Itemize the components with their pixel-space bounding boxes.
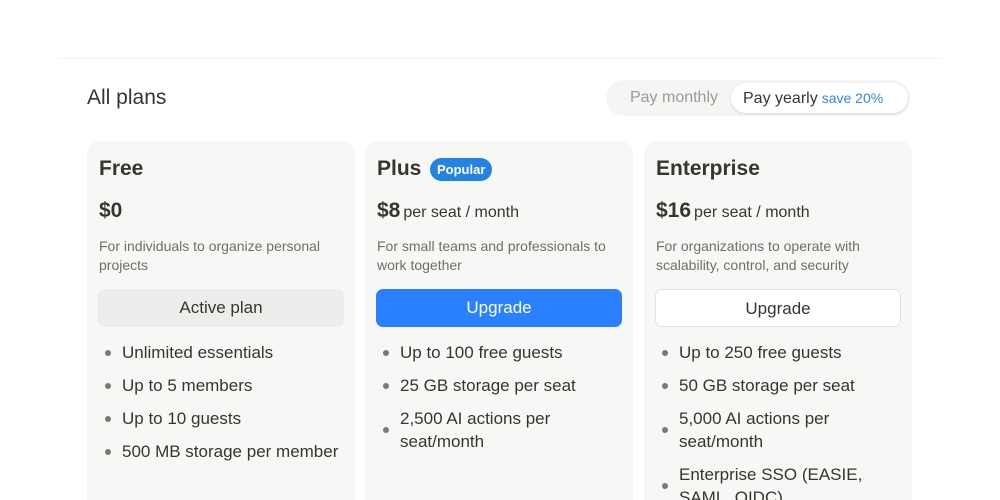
billing-toggle: Pay monthly Pay yearly save 20% xyxy=(606,80,910,116)
feature-item: Up to 5 members xyxy=(99,374,349,397)
feature-item: Enterprise SSO (EASIE, SAML, OIDC) xyxy=(656,463,906,500)
feature-item: 5,000 AI actions per seat/month xyxy=(656,407,906,453)
feature-list: Unlimited essentials Up to 5 members Up … xyxy=(99,341,349,473)
price-row: $8 per seat / month xyxy=(377,199,519,223)
feature-item: 25 GB storage per seat xyxy=(377,374,627,397)
feature-item: 2,500 AI actions per seat/month xyxy=(377,407,627,453)
plan-description: For organizations to operate with scalab… xyxy=(656,238,860,273)
feature-list: Up to 100 free guests 25 GB storage per … xyxy=(377,341,627,463)
upgrade-enterprise-button[interactable]: Upgrade xyxy=(655,289,901,327)
plan-description: For small teams and professionals to wor… xyxy=(377,238,606,273)
plan-name: Free xyxy=(99,157,144,180)
popular-badge: Popular xyxy=(430,158,493,181)
plan-price: $16 xyxy=(656,199,692,222)
feature-item: Unlimited essentials xyxy=(99,341,349,364)
pay-yearly-option[interactable]: Pay yearly save 20% xyxy=(731,83,908,113)
page-title: All plans xyxy=(87,86,167,109)
feature-list: Up to 250 free guests 50 GB storage per … xyxy=(656,341,906,500)
feature-item: 500 MB storage per member xyxy=(99,440,349,463)
price-row: $0 xyxy=(99,199,122,223)
pay-monthly-option[interactable]: Pay monthly xyxy=(614,83,734,113)
plan-name: Enterprise xyxy=(656,157,760,180)
plan-card-enterprise: Enterprise $16 per seat / month For organ… xyxy=(644,141,912,500)
price-unit: per seat / month xyxy=(403,204,519,221)
save-badge: save 20% xyxy=(821,90,884,106)
upgrade-plus-button[interactable]: Upgrade xyxy=(376,289,622,327)
plan-name: Plus xyxy=(377,157,422,180)
plan-price: $8 xyxy=(377,199,401,222)
feature-item: 50 GB storage per seat xyxy=(656,374,906,397)
price-unit: per seat / month xyxy=(694,204,810,221)
active-plan-button[interactable]: Active plan xyxy=(98,289,344,327)
price-row: $16 per seat / month xyxy=(656,199,810,223)
plan-description: For individuals to organize personal pro… xyxy=(99,238,321,273)
feature-item: Up to 100 free guests xyxy=(377,341,627,364)
plan-price: $0 xyxy=(99,199,123,222)
plan-card-plus: Plus Popular $8 per seat / month For smal… xyxy=(365,141,633,500)
feature-item: Up to 10 guests xyxy=(99,407,349,430)
feature-item: Up to 250 free guests xyxy=(656,341,906,364)
plan-card-free: Free $0 For individuals to organize pers… xyxy=(87,141,355,500)
pay-yearly-label: Pay yearly xyxy=(743,90,818,107)
